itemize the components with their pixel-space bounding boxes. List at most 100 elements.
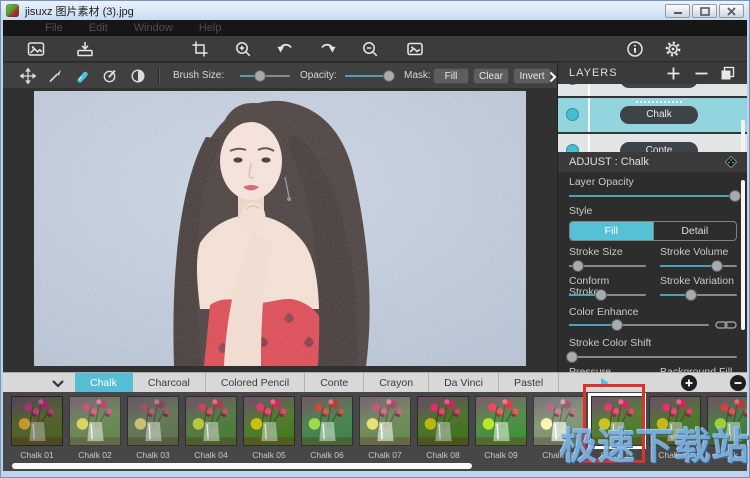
mask-invert-button[interactable]: Invert xyxy=(513,68,551,84)
layers-header: LAYERS xyxy=(558,62,747,84)
minimize-icon xyxy=(673,7,683,15)
preset-tab[interactable]: Pastel xyxy=(499,373,559,393)
tone-tool-icon[interactable] xyxy=(130,68,146,84)
import-icon[interactable] xyxy=(76,40,94,58)
preset-thumbnail[interactable]: Chalk 01 xyxy=(11,396,63,462)
layer-row-conte[interactable]: Conte xyxy=(558,134,747,152)
layer-name-pill[interactable]: Chalk xyxy=(620,106,698,124)
watermark-text: 极速下载站 xyxy=(560,416,750,470)
stroke-variation-slider[interactable] xyxy=(660,288,737,302)
crop-icon[interactable] xyxy=(191,40,209,58)
link-icon[interactable] xyxy=(715,319,737,331)
maximize-button[interactable] xyxy=(692,4,717,18)
zoom-in-icon[interactable] xyxy=(234,40,252,58)
stroke-volume-slider[interactable] xyxy=(660,259,737,273)
adjust-panel: Layer Opacity Style Fill Detail Stroke S… xyxy=(558,172,747,372)
mask-label: Mask: xyxy=(404,70,431,81)
menu-item[interactable]: Window xyxy=(134,22,173,34)
style-label: Style xyxy=(569,206,737,217)
layer-visibility-dot[interactable] xyxy=(566,144,579,152)
paint-brush-tool-icon[interactable] xyxy=(47,68,63,84)
preset-thumbnail-label: Chalk 04 xyxy=(185,450,237,460)
opacity-handle[interactable] xyxy=(383,70,395,82)
brush-size-handle[interactable] xyxy=(254,70,266,82)
pix-diamond-icon[interactable] xyxy=(723,154,739,170)
style-detail-option[interactable]: Detail xyxy=(653,222,737,240)
stroke-size-slider[interactable] xyxy=(569,259,646,273)
style-fill-option[interactable]: Fill xyxy=(570,222,653,240)
layer-drag-dots xyxy=(636,101,682,103)
info-icon[interactable] xyxy=(626,40,644,58)
preset-thumbnail-label: Chalk 02 xyxy=(69,450,121,460)
preset-tab[interactable]: Chalk xyxy=(75,373,133,393)
preset-thumbnail[interactable]: Chalk 02 xyxy=(69,396,121,462)
layers-title: LAYERS xyxy=(569,67,618,79)
preset-thumbnail[interactable]: Chalk 08 xyxy=(417,396,469,462)
preset-thumbnail-label: Chalk 03 xyxy=(127,450,179,460)
conform-strokes-slider[interactable] xyxy=(569,288,646,302)
menu-bar: File Edit Window Help xyxy=(3,20,747,36)
preset-thumbnail[interactable]: Chalk 09 xyxy=(475,396,527,462)
collapse-presets-icon[interactable] xyxy=(51,379,65,388)
menu-item[interactable]: Edit xyxy=(89,22,108,34)
mask-fill-button[interactable]: Fill xyxy=(433,68,469,84)
color-enhance-label: Color Enhance xyxy=(569,307,737,318)
menu-item[interactable]: Help xyxy=(199,22,222,34)
menu-item[interactable]: File xyxy=(45,22,63,34)
preset-thumbnail-label: Chalk 08 xyxy=(417,450,469,460)
tool-options-bar: Brush Size: Opacity: Mask: Fill Clear In… xyxy=(3,62,557,88)
title-bar[interactable]: jisuxz 图片素材 (3).jpg xyxy=(1,1,749,20)
preset-tab[interactable]: Conte xyxy=(305,373,364,393)
adjust-header: ADJUST : Chalk xyxy=(558,152,747,172)
duplicate-layer-icon[interactable] xyxy=(720,66,735,81)
close-button[interactable] xyxy=(719,4,744,18)
preset-tab[interactable]: Da Vinci xyxy=(429,373,499,393)
preset-thumbnail[interactable]: Chalk 06 xyxy=(301,396,353,462)
canvas-area[interactable] xyxy=(3,88,557,372)
zoom-in-thumbnails-button[interactable] xyxy=(681,375,697,391)
zoom-out-thumbnails-button[interactable] xyxy=(730,375,746,391)
remove-layer-icon[interactable] xyxy=(694,66,709,81)
stroke-variation-label: Stroke Variation xyxy=(660,276,737,287)
stroke-color-shift-slider[interactable] xyxy=(569,350,737,364)
stroke-color-shift-label: Stroke Color Shift xyxy=(569,338,737,349)
layer-row-partial[interactable] xyxy=(558,84,747,96)
close-icon xyxy=(727,7,736,16)
settings-gear-icon[interactable] xyxy=(664,40,682,58)
layer-name-pill[interactable]: Conte xyxy=(620,142,698,152)
zoom-out-icon[interactable] xyxy=(361,40,379,58)
edited-photo[interactable] xyxy=(34,91,526,366)
thumbnail-scrollbar-thumb[interactable] xyxy=(12,463,472,469)
color-enhance-slider[interactable] xyxy=(569,318,709,332)
add-layer-icon[interactable] xyxy=(666,66,681,81)
layer-visibility-dot[interactable] xyxy=(566,84,579,85)
mask-clear-button[interactable]: Clear xyxy=(473,68,509,84)
eraser-tool-icon[interactable] xyxy=(74,68,90,84)
preset-tab[interactable]: Crayon xyxy=(364,373,429,393)
adjust-scrollbar[interactable] xyxy=(741,180,745,330)
layer-name-pill[interactable] xyxy=(620,84,698,88)
undo-icon[interactable] xyxy=(276,40,294,58)
layers-scrollbar[interactable] xyxy=(741,120,745,152)
brush-size-slider[interactable] xyxy=(240,69,290,83)
preset-thumbnail[interactable]: Chalk 05 xyxy=(243,396,295,462)
compare-original-icon[interactable] xyxy=(406,40,424,58)
opacity-slider[interactable] xyxy=(345,69,395,83)
redo-icon[interactable] xyxy=(319,40,337,58)
window-title: jisuxz 图片素材 (3).jpg xyxy=(25,3,134,19)
move-tool-icon[interactable] xyxy=(20,68,36,84)
open-image-icon[interactable] xyxy=(27,40,45,58)
preset-thumbnail-label: Chalk 06 xyxy=(301,450,353,460)
clone-brush-tool-icon[interactable] xyxy=(102,68,118,84)
preset-thumbnail[interactable]: Chalk 03 xyxy=(127,396,179,462)
minimize-button[interactable] xyxy=(665,4,690,18)
adjust-title: ADJUST : Chalk xyxy=(569,156,649,168)
layer-visibility-dot[interactable] xyxy=(566,108,579,121)
preset-tab[interactable]: Charcoal xyxy=(133,373,206,393)
stroke-size-label: Stroke Size xyxy=(569,247,646,258)
preset-thumbnail[interactable]: Chalk 07 xyxy=(359,396,411,462)
preset-thumbnail[interactable]: Chalk 04 xyxy=(185,396,237,462)
layer-opacity-slider[interactable] xyxy=(569,189,737,203)
preset-tab[interactable]: Colored Pencil xyxy=(206,373,305,393)
layer-row-chalk[interactable]: Chalk xyxy=(558,98,747,132)
